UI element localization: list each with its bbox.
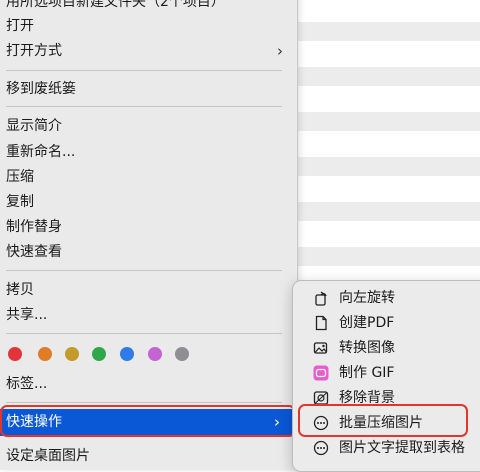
menu-item-open-with[interactable]: 打开方式 › xyxy=(6,39,291,63)
menu-item-label: 显示简介 xyxy=(6,118,62,134)
menu-item-label: 重新命名... xyxy=(6,144,76,160)
menu-item-move-to-trash[interactable]: 移到废纸篓 xyxy=(6,77,291,101)
menu-item-make-alias[interactable]: 制作替身 xyxy=(6,215,291,239)
tag-red-dot[interactable] xyxy=(8,347,22,361)
tag-gray-dot[interactable] xyxy=(175,347,189,361)
menu-item-get-info[interactable]: 显示简介 xyxy=(6,114,291,138)
tag-purple-dot[interactable] xyxy=(148,347,162,361)
submenu-item-label: 向左旋转 xyxy=(339,290,395,306)
menu-separator xyxy=(6,270,282,271)
menu-item-label: 快速查看 xyxy=(6,244,62,260)
submenu-item-label: 图片文字提取到表格 xyxy=(339,440,465,456)
submenu-item-label: 制作 GIF xyxy=(339,365,395,381)
submenu-item-label: 转换图像 xyxy=(339,340,395,356)
list-row xyxy=(295,157,480,176)
submenu-item-create-pdf[interactable]: 创建PDF xyxy=(293,311,480,335)
menu-item-label: 设定桌面图片 xyxy=(6,448,90,464)
more-circle-icon xyxy=(313,440,329,456)
gif-app-icon xyxy=(313,365,329,381)
menu-item-label: 移到废纸篓 xyxy=(6,81,76,97)
chevron-right-icon: › xyxy=(277,42,283,60)
rotate-left-icon xyxy=(313,290,329,306)
menu-item-tags[interactable]: 标签... xyxy=(6,372,291,396)
menu-separator xyxy=(6,70,282,71)
list-row xyxy=(295,112,480,131)
menu-separator xyxy=(6,402,282,403)
menu-item-label: 打开 xyxy=(6,18,34,34)
submenu-item-extract-text-to-sheet[interactable]: 图片文字提取到表格 xyxy=(293,436,480,460)
menu-item-new-folder-with-selection[interactable]: 用所选项目新建文件夹（2个项目） xyxy=(6,0,291,14)
menu-item-share[interactable]: 共享... xyxy=(6,303,291,327)
menu-item-label: 制作替身 xyxy=(6,219,62,235)
menu-item-label: 用所选项目新建文件夹（2个项目） xyxy=(6,0,225,10)
submenu-item-rotate-left[interactable]: 向左旋转 xyxy=(293,286,480,310)
context-menu: 用所选项目新建文件夹（2个项目） 打开 打开方式 › 移到废纸篓 显示简介 重新… xyxy=(0,0,298,470)
submenu-item-make-gif[interactable]: 制作 GIF xyxy=(293,361,480,385)
menu-item-set-desktop-picture[interactable]: 设定桌面图片 xyxy=(6,444,291,468)
menu-item-open[interactable]: 打开 xyxy=(6,14,291,38)
submenu-item-label: 创建PDF xyxy=(339,315,395,331)
menu-item-rename[interactable]: 重新命名... xyxy=(6,140,291,164)
tag-yellow-dot[interactable] xyxy=(65,347,79,361)
list-row xyxy=(295,202,480,221)
menu-item-duplicate[interactable]: 复制 xyxy=(6,190,291,214)
tag-blue-dot[interactable] xyxy=(120,347,134,361)
list-row xyxy=(295,67,480,86)
menu-item-quick-look[interactable]: 快速查看 xyxy=(6,240,291,264)
image-icon xyxy=(313,340,329,356)
annotation-highlight-box xyxy=(298,404,468,437)
menu-item-label: 共享... xyxy=(6,307,48,323)
list-row xyxy=(295,247,480,266)
menu-separator xyxy=(6,333,282,334)
menu-separator xyxy=(6,106,282,107)
menu-item-label: 复制 xyxy=(6,194,34,210)
tag-orange-dot[interactable] xyxy=(38,347,52,361)
tag-green-dot[interactable] xyxy=(92,347,106,361)
menu-item-compress[interactable]: 压缩 xyxy=(6,165,291,189)
menu-item-label: 标签... xyxy=(6,376,48,392)
list-row xyxy=(295,22,480,41)
menu-item-label: 拷贝 xyxy=(6,282,34,298)
annotation-highlight-box xyxy=(0,405,296,437)
submenu-item-convert-image[interactable]: 转换图像 xyxy=(293,336,480,360)
menu-item-label: 压缩 xyxy=(6,169,34,185)
document-icon xyxy=(313,315,329,331)
menu-item-label: 打开方式 xyxy=(6,43,62,59)
menu-item-copy[interactable]: 拷贝 xyxy=(6,278,291,302)
quick-actions-submenu: 向左旋转 创建PDF 转换图像 制作 GIF 移除背景 批量压缩图片 图片文字提… xyxy=(292,280,480,472)
